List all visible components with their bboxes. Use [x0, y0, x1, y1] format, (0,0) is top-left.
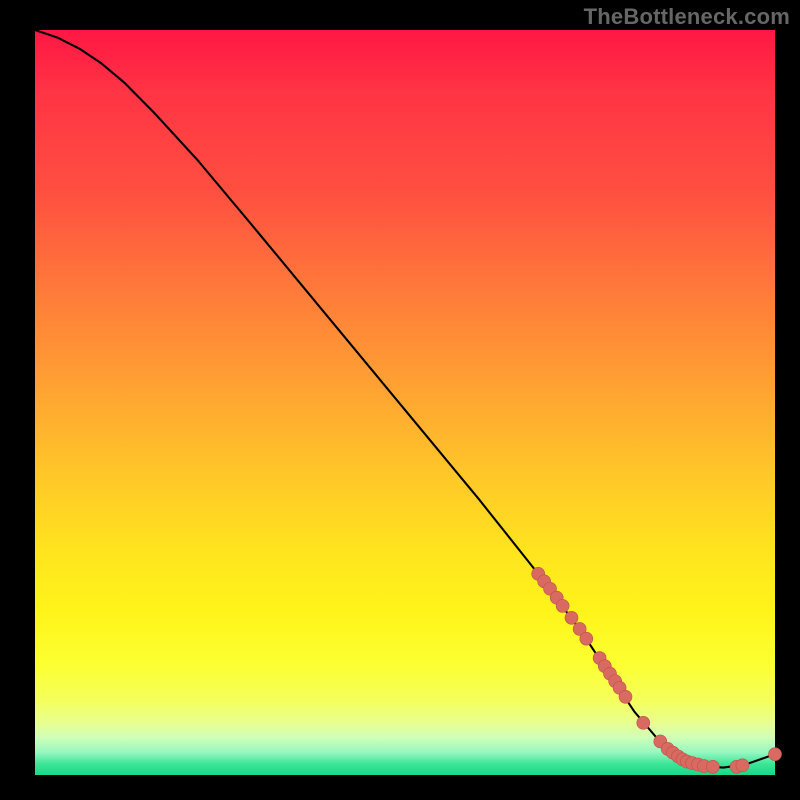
watermark-text: TheBottleneck.com [584, 4, 790, 30]
chart-container: TheBottleneck.com [0, 0, 800, 800]
plot-gradient-background [35, 30, 775, 775]
